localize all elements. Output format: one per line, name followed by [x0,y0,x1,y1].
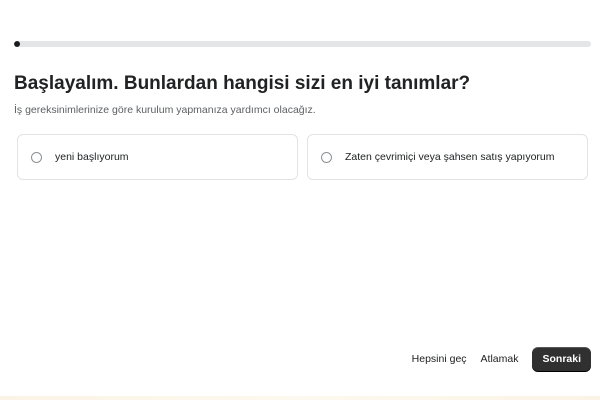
progress-bar-fill [14,41,20,47]
radio-button-icon[interactable] [31,151,42,163]
option-label: Zaten çevrimiçi veya şahsen satış yapıyo… [345,151,555,163]
page-title: Başlayalım. Bunlardan hangisi sizi en iy… [14,73,471,94]
bottom-decorative-strip [0,396,600,400]
radio-button-icon[interactable] [321,151,332,163]
onboarding-page: Başlayalım. Bunlardan hangisi sizi en iy… [0,0,600,400]
skip-button[interactable]: Atlamak [481,353,519,365]
option-already-selling[interactable]: Zaten çevrimiçi veya şahsen satış yapıyo… [307,134,588,180]
page-subtitle: İş gereksinimlerinize göre kurulum yapma… [14,104,316,116]
footer-actions: Hepsini geç Atlamak Sonraki [412,347,591,371]
options-group: yeni başlıyorum Zaten çevrimiçi veya şah… [17,134,588,180]
next-button[interactable]: Sonraki [532,347,591,371]
option-label: yeni başlıyorum [55,151,129,163]
option-beginner[interactable]: yeni başlıyorum [17,134,298,180]
progress-bar [14,41,591,47]
skip-all-button[interactable]: Hepsini geç [412,353,467,365]
